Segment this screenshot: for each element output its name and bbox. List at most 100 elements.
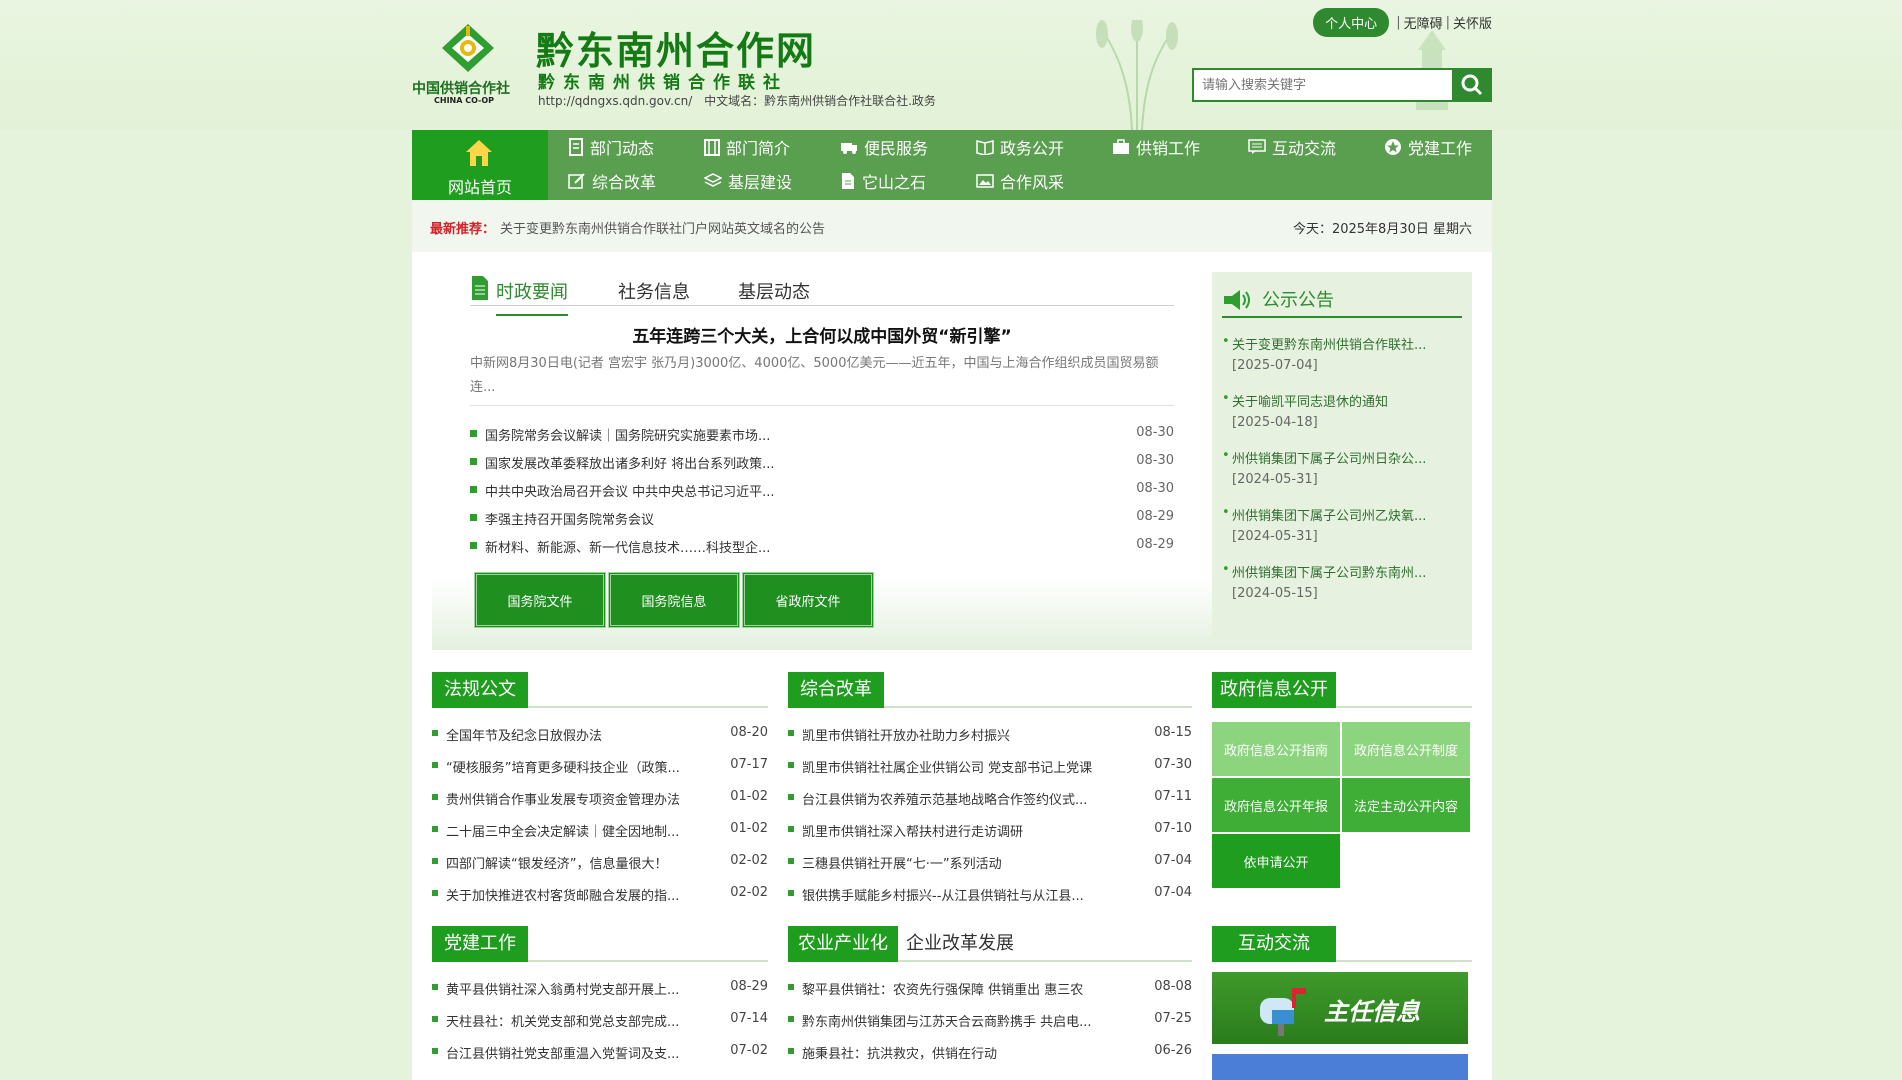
search-input[interactable] xyxy=(1192,68,1452,102)
nav-item-party[interactable]: 党建工作 xyxy=(1384,130,1472,164)
list-item[interactable]: 台江县供销社党支部重温入党誓词及支... 07-02 xyxy=(432,1036,768,1068)
list-item[interactable]: 凯里市供销社开放办社助力乡村振兴 08-15 xyxy=(788,718,1192,750)
tab-current-affairs[interactable]: 时政要闻 xyxy=(496,278,568,316)
news-tabs: 时政要闻 社务信息 基层动态 xyxy=(470,272,1174,316)
banner-text: 主任信息 xyxy=(1324,998,1420,1026)
list-item[interactable]: “硬核服务”培育更多硬科技企业（政策... 07-17 xyxy=(432,750,768,782)
list-item[interactable]: 州供销集团下属子公司州日杂公... [2024-05-31] xyxy=(1222,442,1462,499)
item-title: 凯里市供销社社属企业供销公司 党支部书记上党课 xyxy=(802,761,1093,776)
list-item[interactable]: 台江县供销为农养殖示范基地战略合作签约仪式... 07-11 xyxy=(788,782,1192,814)
list-item[interactable]: 李强主持召开国务院常务会议 08-29 xyxy=(470,504,1174,532)
bullet xyxy=(470,514,477,521)
agri-list: 黎平县供销社：农资先行强保障 供销重出 惠三农 08-08 黔东南州供销集团与江苏… xyxy=(788,972,1192,1068)
nav-item-label: 基层建设 xyxy=(728,173,793,192)
item-title: 台江县供销社党支部重温入党誓词及支... xyxy=(446,1047,680,1062)
list-item[interactable]: 国务院常务会议解读｜国务院研究实施要素市场... 08-30 xyxy=(470,420,1174,448)
list-item[interactable]: 施秉县社：抗洪救灾，供销在行动 06-26 xyxy=(788,1036,1192,1068)
list-item[interactable]: 黎平县供销社：农资先行强保障 供销重出 惠三农 08-08 xyxy=(788,972,1192,1004)
item-date: 02-02 xyxy=(730,853,768,868)
nav-item-other-stones[interactable]: 它山之石 xyxy=(840,164,926,198)
notice-list: 关于变更黔东南州供销合作联社... [2025-07-04] 关于喻凯平同志退休的… xyxy=(1222,328,1462,613)
list-item[interactable]: 天柱县社：机关党支部和党总支部完成... 07-14 xyxy=(432,1004,768,1036)
list-item[interactable]: 新材料、新能源、新一代信息技术……科技型企... 08-29 xyxy=(470,532,1174,560)
news-title: 新材料、新能源、新一代信息技术……科技型企... xyxy=(485,541,771,556)
list-item[interactable]: 贵州供销合作事业发展专项资金管理办法 01-02 xyxy=(432,782,768,814)
today-date: 今天：2025年8月30日 星期六 xyxy=(1292,222,1472,237)
list-item[interactable]: 关于加快推进农村客货邮融合发展的指... 02-02 xyxy=(432,878,768,910)
news-headline[interactable]: 五年连跨三个大关，上合何以成中国外贸“新引擎” xyxy=(470,322,1174,347)
nav-item-supply-work[interactable]: 供销工作 xyxy=(1112,130,1200,164)
state-council-info-button[interactable]: 国务院信息 xyxy=(608,572,740,628)
list-item[interactable]: 二十届三中全会决定解读｜健全因地制... 01-02 xyxy=(432,814,768,846)
nav-item-services[interactable]: 便民服务 xyxy=(840,130,928,164)
recommend-link[interactable]: 关于变更黔东南州供销合作联社门户网站英文域名的公告 xyxy=(500,218,825,237)
list-item[interactable]: 黄平县供销社深入翁勇村党支部开展上... 08-29 xyxy=(432,972,768,1004)
director-mailbox-banner[interactable]: 主任信息 xyxy=(1212,972,1468,1044)
nav-item-reform[interactable]: 综合改革 xyxy=(568,164,656,198)
list-item[interactable]: 凯里市供销社深入帮扶村进行走访调研 07-10 xyxy=(788,814,1192,846)
edit-icon xyxy=(568,173,585,189)
list-item[interactable]: 凯里市供销社社属企业供销公司 党支部书记上党课 07-30 xyxy=(788,750,1192,782)
layers-icon xyxy=(704,173,722,187)
personal-center-button[interactable]: 个人中心 xyxy=(1313,7,1390,37)
item-date: 01-02 xyxy=(730,789,768,804)
tab-coop-info[interactable]: 社务信息 xyxy=(618,278,690,304)
news-doc-icon xyxy=(472,276,488,300)
nav-item-dept-intro[interactable]: 部门简介 xyxy=(704,130,790,164)
tab-agri-industrialization[interactable]: 农业产业化 xyxy=(788,926,898,962)
nav-item-gov-open[interactable]: 政务公开 xyxy=(976,130,1064,164)
search-box xyxy=(1192,68,1492,102)
notice-header: 公示公告 xyxy=(1222,282,1462,318)
item-title: 天柱县社：机关党支部和党总支部完成... xyxy=(446,1015,680,1030)
header-background xyxy=(0,0,1902,130)
gov-info-annual-report-button[interactable]: 政府信息公开年报 xyxy=(1212,778,1340,832)
list-item[interactable]: 三穗县供销社开展“七·一”系列活动 07-04 xyxy=(788,846,1192,878)
list-item[interactable]: 关于变更黔东南州供销合作联社... [2025-07-04] xyxy=(1222,328,1462,385)
gov-info-system-button[interactable]: 政府信息公开制度 xyxy=(1342,722,1470,776)
list-item[interactable]: 银供携手赋能乡村振兴--从江县供销社与从江县... 07-04 xyxy=(788,878,1192,910)
interact-title[interactable]: 互动交流 xyxy=(1212,926,1336,962)
nav-item-interaction[interactable]: 互动交流 xyxy=(1248,130,1336,164)
state-council-docs-button[interactable]: 国务院文件 xyxy=(474,572,606,628)
gov-info-title[interactable]: 政府信息公开 xyxy=(1212,672,1336,708)
notice-item-date: [2025-04-18] xyxy=(1232,415,1318,430)
nav-item-label: 部门动态 xyxy=(590,139,655,158)
province-docs-button[interactable]: 省政府文件 xyxy=(742,572,874,628)
gov-info-guide-button[interactable]: 政府信息公开指南 xyxy=(1212,722,1340,776)
nav-item-label: 互动交流 xyxy=(1272,139,1337,158)
star-icon xyxy=(1385,139,1401,155)
care-mode-link[interactable]: 关怀版 xyxy=(1453,13,1492,32)
list-item[interactable]: 四部门解读“银发经济”，信息量很大！ 02-02 xyxy=(432,846,768,878)
item-title: 贵州供销合作事业发展专项资金管理办法 xyxy=(446,793,681,808)
nav-item-dept-news[interactable]: 部门动态 xyxy=(568,130,654,164)
tab-enterprise-reform[interactable]: 企业改革发展 xyxy=(906,926,1014,962)
reform-title[interactable]: 综合改革 xyxy=(788,672,884,708)
list-item[interactable]: 关于喻凯平同志退休的通知 [2025-04-18] xyxy=(1222,385,1462,442)
list-item[interactable]: 州供销集团下属子公司黔东南州... [2024-05-15] xyxy=(1222,556,1462,613)
bullet xyxy=(788,1048,794,1054)
nav-item-grassroots[interactable]: 基层建设 xyxy=(704,164,792,198)
nav-home[interactable]: 网站首页 xyxy=(412,130,548,200)
laws-title[interactable]: 法规公文 xyxy=(432,672,528,708)
party-title[interactable]: 党建工作 xyxy=(432,926,528,962)
news-title: 中共中央政治局召开会议 中共中央总书记习近平... xyxy=(485,485,775,500)
site-url[interactable]: http://qdngxs.qdn.gov.cn/ xyxy=(538,94,692,108)
tab-grassroots[interactable]: 基层动态 xyxy=(738,278,810,304)
list-item[interactable]: 国家发展改革委释放出诸多利好 将出台系列政策... 08-30 xyxy=(470,448,1174,476)
nav-item-gallery[interactable]: 合作风采 xyxy=(976,164,1064,198)
laws-list: 全国年节及纪念日放假办法 08-20 “硬核服务”培育更多硬科技企业（政策... 0… xyxy=(432,718,768,910)
news-summary: 中新网8月30日电(记者 宫宏宇 张乃月)3000亿、4000亿、5000亿美元… xyxy=(470,356,1159,395)
item-date: 07-04 xyxy=(1154,885,1192,900)
item-date: 08-29 xyxy=(730,979,768,994)
list-item[interactable]: 全国年节及纪念日放假办法 08-20 xyxy=(432,718,768,750)
list-item[interactable]: 州供销集团下属子公司州乙炔氧... [2024-05-31] xyxy=(1222,499,1462,556)
chat-icon xyxy=(1248,139,1266,154)
list-item[interactable]: 黔东南州供销集团与江苏天合云商黔携手 共启电... 07-25 xyxy=(788,1004,1192,1036)
gov-info-active-disclosure-button[interactable]: 法定主动公开内容 xyxy=(1342,778,1470,832)
blue-banner[interactable] xyxy=(1212,1054,1468,1080)
site-logo[interactable]: 中国供销合作社 CHINA CO-OP xyxy=(412,22,524,105)
list-item[interactable]: 中共中央政治局召开会议 中共中央总书记习近平... 08-30 xyxy=(470,476,1174,504)
accessibility-link[interactable]: 无障碍 xyxy=(1404,13,1443,32)
search-button[interactable] xyxy=(1452,68,1492,102)
gov-info-apply-button[interactable]: 依申请公开 xyxy=(1212,834,1340,888)
